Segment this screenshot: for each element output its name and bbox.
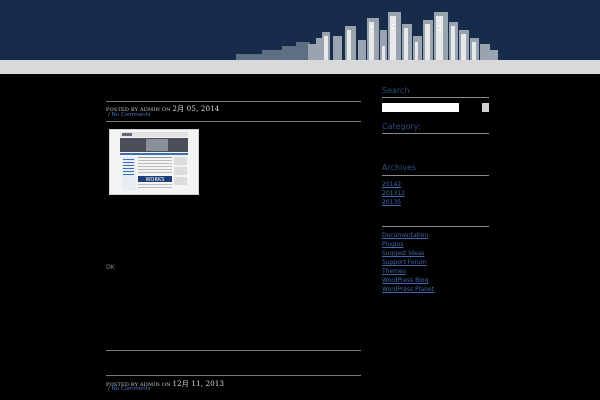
- city-skyline-icon: [236, 12, 498, 60]
- post-top-rule: [106, 101, 361, 102]
- link-plugins[interactable]: Plugins: [382, 241, 404, 248]
- link-documentation[interactable]: Documentation: [382, 232, 428, 239]
- link-themes[interactable]: Themes: [382, 268, 406, 275]
- search-heading: Search: [382, 86, 410, 95]
- website-screenshot-icon: WORKS: [110, 130, 198, 194]
- post-top-rule: [106, 375, 361, 376]
- archives-rule: [382, 175, 489, 176]
- post-comments: / No Comments: [108, 386, 151, 392]
- search-rule: [382, 97, 489, 98]
- post-end-rule: [106, 350, 361, 351]
- category-rule: [382, 133, 489, 134]
- post-body-dot: .: [118, 291, 120, 296]
- post-thumbnail-image[interactable]: WORKS: [109, 129, 199, 195]
- thumbnail-banner-text: WORKS: [146, 177, 165, 183]
- archive-link[interactable]: 20142: [382, 181, 401, 188]
- archive-link[interactable]: 20135: [382, 199, 401, 206]
- post-body-text: OK: [106, 264, 115, 271]
- archives-heading: Archives: [382, 163, 417, 172]
- post-1: POSTED BY ADMIN ON 2月 05, 2014 / No Comm…: [106, 100, 361, 124]
- comments-separator: /: [108, 112, 110, 118]
- archive-link[interactable]: 201312: [382, 190, 405, 197]
- post-2: POSTED BY ADMIN ON 12月 11, 2013 / No Com…: [106, 375, 361, 400]
- link-suggest-ideas[interactable]: Suggest Ideas: [382, 250, 424, 257]
- links-rule: [382, 226, 489, 227]
- category-heading: Category:: [382, 122, 421, 131]
- search-button[interactable]: [482, 103, 489, 112]
- link-wordpress-planet[interactable]: WordPress Planet: [382, 286, 434, 293]
- comments-separator: /: [108, 386, 110, 392]
- post-meta-rule: [106, 121, 361, 122]
- link-support-forum[interactable]: Support Forum: [382, 259, 427, 266]
- nav-bar: [0, 60, 600, 74]
- post-date: 2月 05, 2014: [172, 105, 220, 113]
- link-wordpress-blog[interactable]: WordPress Blog: [382, 277, 428, 284]
- comments-link[interactable]: No Comments: [112, 112, 151, 118]
- post-date: 12月 11, 2013: [172, 380, 225, 388]
- site-header: [0, 0, 600, 60]
- post-comments: / No Comments: [108, 112, 151, 118]
- comments-link[interactable]: No Comments: [112, 386, 151, 392]
- search-input[interactable]: [382, 103, 459, 112]
